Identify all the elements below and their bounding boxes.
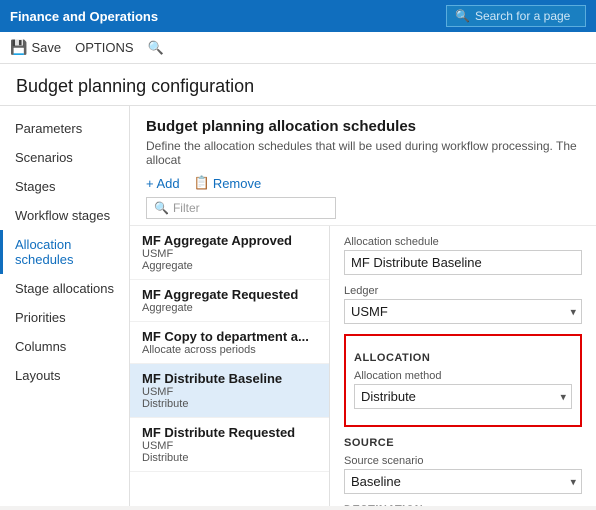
list-item-sub2: Aggregate — [142, 260, 317, 272]
allocation-method-select[interactable]: Distribute Aggregate Allocate across per… — [354, 384, 572, 409]
remove-icon: 📋 — [194, 175, 210, 191]
nav-item-allocation-schedules[interactable]: Allocation schedules — [0, 230, 129, 274]
nav-item-stage-allocations[interactable]: Stage allocations — [0, 274, 129, 303]
items-list: MF Aggregate Approved USMF Aggregate MF … — [130, 226, 330, 506]
page-title-bar: Budget planning configuration — [0, 64, 596, 106]
nav-item-workflow-stages[interactable]: Workflow stages — [0, 201, 129, 230]
search-icon: 🔍 — [455, 9, 470, 23]
content-header: Budget planning allocation schedules Def… — [130, 106, 596, 226]
options-button[interactable]: OPTIONS — [75, 40, 134, 55]
allocation-schedule-input[interactable] — [344, 250, 582, 275]
source-section-label: SOURCE — [344, 437, 582, 449]
ledger-label: Ledger — [344, 285, 582, 297]
add-button[interactable]: + Add — [146, 176, 180, 191]
ledger-group: Ledger USMF — [344, 285, 582, 324]
nav-item-scenarios[interactable]: Scenarios — [0, 143, 129, 172]
section-description: Define the allocation schedules that wil… — [146, 139, 580, 167]
list-item-selected[interactable]: MF Distribute Baseline USMF Distribute — [130, 364, 329, 418]
global-search[interactable]: 🔍 Search for a page — [446, 5, 586, 27]
section-title: Budget planning allocation schedules — [146, 118, 580, 135]
split-area: MF Aggregate Approved USMF Aggregate MF … — [130, 226, 596, 506]
list-item[interactable]: MF Copy to department a... Allocate acro… — [130, 322, 329, 364]
source-section: SOURCE Source scenario Baseline — [344, 437, 582, 494]
allocation-method-label: Allocation method — [354, 370, 572, 382]
top-bar: Finance and Operations 🔍 Search for a pa… — [0, 0, 596, 32]
list-item-sub2: Distribute — [142, 398, 317, 410]
app-title: Finance and Operations — [10, 9, 158, 24]
list-item-sub1: USMF — [142, 386, 317, 398]
source-scenario-select-wrapper: Baseline — [344, 469, 582, 494]
list-item-name: MF Distribute Requested — [142, 425, 317, 440]
destination-section-label: DESTINATION — [344, 504, 582, 506]
allocation-schedule-label: Allocation schedule — [344, 236, 582, 248]
toolbar-search-icon: 🔍 — [148, 40, 164, 56]
ledger-select-wrapper: USMF — [344, 299, 582, 324]
source-scenario-group: Source scenario Baseline — [344, 455, 582, 494]
list-item-sub2: Distribute — [142, 452, 317, 464]
content-area: Budget planning allocation schedules Def… — [130, 106, 596, 506]
list-item-sub2: Aggregate — [142, 302, 317, 314]
filter-icon: 🔍 — [154, 201, 169, 215]
source-scenario-select[interactable]: Baseline — [344, 469, 582, 494]
list-item[interactable]: MF Aggregate Requested Aggregate — [130, 280, 329, 322]
toolbar-actions: + Add 📋 Remove — [146, 175, 580, 191]
search-placeholder: Search for a page — [475, 9, 570, 23]
save-icon: 💾 — [10, 39, 27, 56]
main-layout: Parameters Scenarios Stages Workflow sta… — [0, 106, 596, 506]
filter-input[interactable]: 🔍 Filter — [146, 197, 336, 219]
source-scenario-label: Source scenario — [344, 455, 582, 467]
list-item[interactable]: MF Aggregate Approved USMF Aggregate — [130, 226, 329, 280]
filter-placeholder: Filter — [173, 201, 200, 215]
list-item-name: MF Distribute Baseline — [142, 371, 317, 386]
page-title: Budget planning configuration — [16, 76, 580, 97]
remove-label: Remove — [213, 176, 261, 191]
allocation-method-select-wrapper: Distribute Aggregate Allocate across per… — [354, 384, 572, 409]
nav-item-priorities[interactable]: Priorities — [0, 303, 129, 332]
list-item-name: MF Copy to department a... — [142, 329, 317, 344]
list-item-name: MF Aggregate Approved — [142, 233, 317, 248]
search-toolbar-button[interactable]: 🔍 — [148, 40, 164, 56]
list-item-sub2: Allocate across periods — [142, 344, 317, 356]
nav-item-columns[interactable]: Columns — [0, 332, 129, 361]
list-item-sub1: USMF — [142, 248, 317, 260]
destination-section: DESTINATION Destination scenario Baselin… — [344, 504, 582, 506]
add-label: + Add — [146, 176, 180, 191]
allocation-section: ALLOCATION Allocation method Distribute … — [344, 334, 582, 427]
options-label: OPTIONS — [75, 40, 134, 55]
list-item-sub1: USMF — [142, 440, 317, 452]
allocation-section-label: ALLOCATION — [354, 352, 572, 364]
left-nav: Parameters Scenarios Stages Workflow sta… — [0, 106, 130, 506]
remove-button[interactable]: 📋 Remove — [194, 175, 262, 191]
list-item-name: MF Aggregate Requested — [142, 287, 317, 302]
save-button[interactable]: 💾 Save — [10, 39, 61, 56]
ledger-select[interactable]: USMF — [344, 299, 582, 324]
nav-item-parameters[interactable]: Parameters — [0, 114, 129, 143]
nav-item-layouts[interactable]: Layouts — [0, 361, 129, 390]
save-label: Save — [31, 40, 61, 55]
detail-panel: Allocation schedule Ledger USMF ALLOCATI… — [330, 226, 596, 506]
list-item[interactable]: MF Distribute Requested USMF Distribute — [130, 418, 329, 472]
toolbar: 💾 Save OPTIONS 🔍 — [0, 32, 596, 64]
nav-item-stages[interactable]: Stages — [0, 172, 129, 201]
allocation-method-group: Allocation method Distribute Aggregate A… — [354, 370, 572, 409]
allocation-schedule-group: Allocation schedule — [344, 236, 582, 275]
